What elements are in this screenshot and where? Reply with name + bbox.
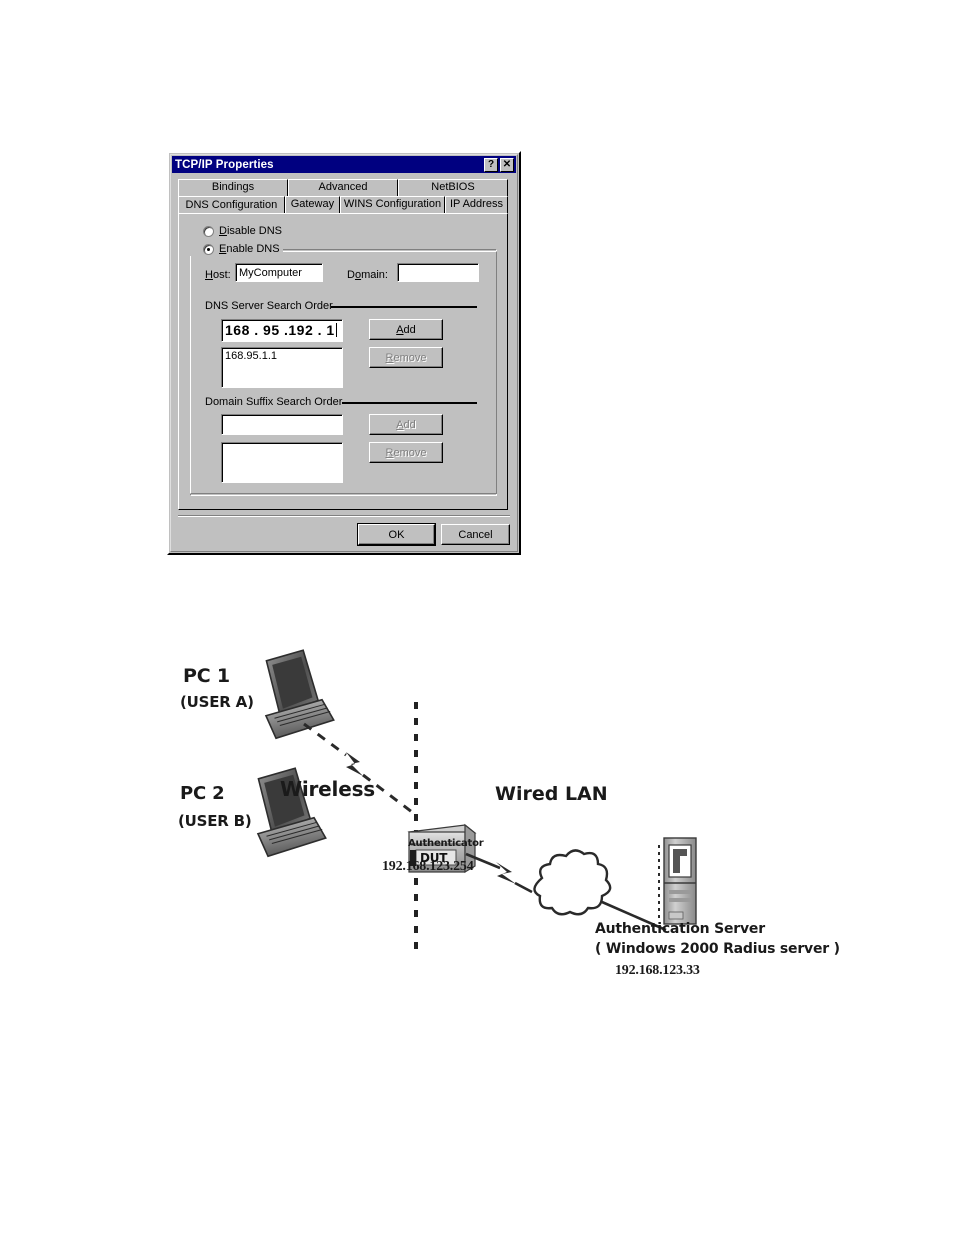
suffix-input[interactable]: [221, 414, 343, 435]
server-ip: 192.168.123.33: [615, 963, 700, 978]
wireless-link-pc2: [356, 820, 410, 836]
close-icon[interactable]: ✕: [500, 157, 514, 172]
tab-dns-configuration[interactable]: DNS Configuration: [178, 196, 285, 214]
wired-lan-label: Wired LAN: [495, 783, 608, 805]
suffix-group-separator: [342, 402, 477, 404]
tab-bindings[interactable]: Bindings: [178, 179, 288, 196]
lan-cloud-icon: [533, 849, 612, 916]
dns-server-search-order-label: DNS Server Search Order: [205, 300, 333, 312]
dns-add-button[interactable]: Add: [369, 319, 443, 340]
dut-label: DUT: [420, 851, 448, 865]
host-label: Host:: [205, 269, 231, 281]
server-label-line1: Authentication Server: [595, 921, 765, 937]
tab-netbios[interactable]: NetBIOS: [398, 179, 508, 196]
server-label-line2: ( Windows 2000 Radius server ): [595, 941, 840, 957]
radio-enable-dns-indicator[interactable]: [203, 243, 214, 255]
dns-ip-input[interactable]: 168 . 95 .192 . 1: [221, 319, 343, 342]
network-topology-diagram: PC 1 (USER A) PC 2 (USER B) Wireless Wir…: [170, 640, 840, 1010]
dns-server-list[interactable]: 168.95.1.1: [221, 347, 343, 388]
dialog-title: TCP/IP Properties: [175, 158, 274, 171]
suffix-add-button[interactable]: Add: [369, 414, 443, 435]
domain-input[interactable]: [397, 263, 479, 282]
list-item[interactable]: 168.95.1.1: [225, 350, 339, 362]
dns-ip-value: 168 . 95 .192 . 1: [225, 322, 335, 338]
dialog-titlebar[interactable]: TCP/IP Properties ? ✕: [172, 156, 516, 173]
tab-advanced[interactable]: Advanced: [288, 179, 398, 196]
tab-row-bottom: DNS Configuration Gateway WINS Configura…: [178, 196, 509, 214]
tab-gateway[interactable]: Gateway: [284, 196, 341, 213]
tab-row-top: Bindings Advanced NetBIOS: [178, 179, 508, 196]
dns-remove-label: Remove: [385, 351, 427, 364]
suffix-add-label: Add: [396, 418, 416, 431]
authenticator-label: Authenticator: [408, 838, 484, 849]
dns-configuration-panel: Disable DNS Enable DNS Host: MyComputer …: [178, 213, 508, 510]
domain-label: Domain:: [347, 269, 388, 281]
tab-wins-configuration[interactable]: WINS Configuration: [340, 196, 445, 213]
pc1-laptop-icon: [264, 649, 335, 740]
radio-enable-dns[interactable]: Enable DNS: [203, 243, 280, 255]
dns-remove-button[interactable]: Remove: [369, 347, 443, 368]
dns-group-separator: [331, 306, 477, 308]
radio-disable-dns[interactable]: Disable DNS: [203, 225, 282, 237]
pc1-label: PC 1: [183, 665, 230, 687]
cancel-button[interactable]: Cancel: [441, 524, 510, 545]
radio-disable-dns-indicator[interactable]: [203, 225, 214, 237]
dns-add-label: Add: [396, 323, 416, 336]
tab-ip-address[interactable]: IP Address: [444, 196, 509, 213]
radio-enable-dns-label: Enable DNS: [219, 243, 280, 255]
dialog-footer-separator: [178, 515, 510, 517]
ok-button[interactable]: OK: [357, 523, 436, 546]
tab-strip: Bindings Advanced NetBIOS DNS Configurat…: [178, 179, 509, 214]
tcpip-properties-dialog: TCP/IP Properties ? ✕ Bindings Advanced …: [167, 151, 521, 555]
host-input[interactable]: MyComputer: [235, 263, 323, 282]
wired-link-dut-cloud: [465, 852, 533, 894]
pc2-label: PC 2: [180, 783, 225, 804]
radio-disable-dns-label: Disable DNS: [219, 225, 282, 237]
help-icon[interactable]: ?: [484, 157, 498, 172]
suffix-list[interactable]: [221, 442, 343, 483]
suffix-remove-button[interactable]: Remove: [369, 442, 443, 463]
wireless-label: Wireless: [280, 777, 375, 801]
pc1-user-label: (USER A): [180, 693, 254, 711]
pc2-user-label: (USER B): [178, 812, 252, 830]
authentication-server-icon: [658, 837, 697, 925]
suffix-remove-label: Remove: [385, 446, 427, 459]
domain-suffix-search-order-label: Domain Suffix Search Order: [205, 396, 343, 408]
text-caret: [335, 323, 337, 337]
